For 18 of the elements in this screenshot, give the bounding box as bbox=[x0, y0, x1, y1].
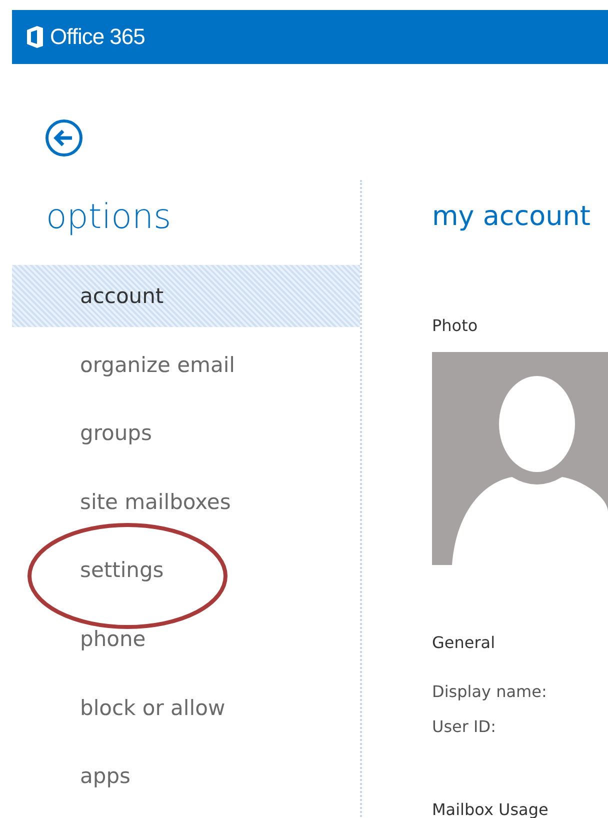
back-icon[interactable] bbox=[45, 119, 83, 157]
nav-item[interactable]: account bbox=[12, 265, 360, 327]
nav-item[interactable]: groups bbox=[12, 402, 360, 464]
options-title: options bbox=[45, 196, 172, 237]
section-heading: Mailbox Usage bbox=[432, 800, 548, 818]
nav-item[interactable]: apps bbox=[12, 745, 360, 808]
page-title: my account bbox=[432, 200, 590, 234]
nav-item[interactable]: organize email bbox=[12, 334, 360, 396]
product-name[interactable]: Office 365 bbox=[50, 24, 145, 50]
field-label: Display name: bbox=[432, 682, 547, 702]
nav-item[interactable]: settings bbox=[12, 539, 360, 602]
office-logo-icon bbox=[26, 25, 44, 49]
nav-item[interactable]: phone bbox=[12, 608, 360, 670]
nav-item[interactable]: site mailboxes bbox=[12, 470, 360, 533]
field-label: User ID: bbox=[432, 717, 496, 737]
nav-item[interactable]: block or allow bbox=[12, 676, 360, 739]
section-heading: General bbox=[432, 633, 496, 653]
photo-label: Photo bbox=[432, 316, 478, 336]
